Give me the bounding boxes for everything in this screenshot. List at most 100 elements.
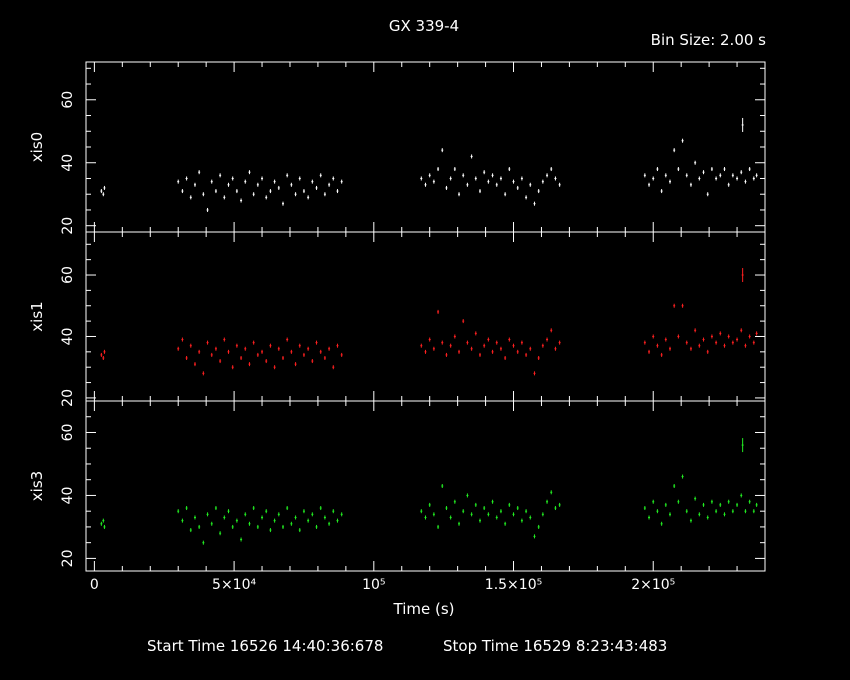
data-point: [487, 337, 490, 342]
data-point: [424, 182, 427, 187]
data-point: [554, 176, 557, 181]
data-point: [340, 179, 343, 184]
series-xis3: [100, 438, 758, 545]
data-point: [261, 349, 264, 354]
data-point: [660, 189, 663, 194]
data-point: [752, 176, 755, 181]
data-point: [206, 340, 209, 345]
data-point: [181, 337, 184, 342]
data-point: [269, 528, 272, 533]
data-point: [302, 189, 305, 194]
data-point: [311, 359, 314, 364]
data-point: [210, 179, 213, 184]
data-point: [177, 509, 180, 514]
data-point: [185, 355, 188, 360]
y-tick-label: 40: [60, 328, 76, 346]
data-point: [495, 515, 498, 520]
data-point: [286, 173, 289, 178]
data-point: [656, 509, 659, 514]
data-point: [744, 343, 747, 348]
data-point: [483, 343, 486, 348]
data-point: [554, 346, 557, 351]
data-point: [755, 502, 758, 507]
data-point: [673, 484, 676, 488]
data-point: [102, 192, 105, 197]
data-point: [210, 352, 213, 357]
data-point: [648, 182, 651, 187]
data-point: [273, 518, 276, 523]
y-axis-label: xis1: [28, 301, 46, 331]
data-point: [319, 506, 322, 511]
data-point: [736, 176, 739, 181]
data-point: [100, 352, 103, 357]
data-point: [252, 192, 255, 197]
data-point: [740, 170, 743, 175]
data-point: [558, 502, 561, 507]
data-point: [741, 117, 744, 132]
data-point: [660, 352, 663, 357]
data-point: [235, 189, 238, 194]
data-point: [731, 340, 734, 345]
data-point: [177, 179, 180, 184]
data-point: [470, 512, 473, 517]
data-point: [277, 346, 280, 351]
y-tick-label: 40: [60, 487, 76, 505]
data-point: [311, 179, 314, 184]
data-point: [428, 173, 431, 178]
data-point: [252, 506, 255, 511]
data-point: [474, 176, 477, 181]
data-point: [202, 540, 205, 545]
data-point: [520, 176, 523, 181]
data-point: [240, 355, 243, 360]
data-point: [495, 182, 498, 187]
data-point: [537, 355, 540, 360]
data-point: [445, 185, 448, 190]
y-axis-label: xis3: [28, 471, 46, 501]
data-point: [755, 173, 758, 178]
data-point: [420, 343, 423, 348]
data-point: [554, 506, 557, 511]
data-point: [307, 346, 310, 351]
data-point: [103, 185, 106, 190]
data-point: [660, 521, 663, 526]
data-point: [248, 170, 251, 175]
data-point: [244, 512, 247, 517]
data-point: [512, 179, 515, 184]
data-point: [495, 340, 498, 345]
data-point: [177, 346, 180, 351]
data-point: [202, 371, 205, 376]
data-point: [428, 337, 431, 342]
data-point: [102, 518, 105, 523]
y-tick-label: 60: [60, 424, 76, 442]
data-point: [206, 512, 209, 517]
data-point: [256, 182, 259, 187]
data-point: [648, 515, 651, 520]
data-point: [231, 176, 234, 181]
y-tick-label: 20: [60, 389, 76, 407]
data-point: [437, 524, 440, 529]
series-xis1: [100, 268, 758, 376]
data-point: [311, 512, 314, 517]
data-point: [277, 185, 280, 190]
data-point: [715, 509, 718, 514]
data-point: [103, 524, 106, 529]
data-point: [508, 167, 511, 172]
data-point: [319, 173, 322, 178]
data-point: [668, 512, 671, 517]
y-tick-label: 60: [60, 266, 76, 284]
data-point: [483, 170, 486, 175]
data-point: [508, 337, 511, 342]
bin-size-label: Bin Size: 2.00 s: [651, 31, 767, 49]
data-point: [265, 359, 268, 364]
data-point: [491, 349, 494, 354]
data-point: [533, 534, 536, 539]
data-point: [499, 346, 502, 351]
data-point: [723, 343, 726, 348]
data-point: [748, 499, 751, 504]
data-point: [533, 201, 536, 206]
data-point: [652, 334, 655, 339]
data-point: [702, 170, 705, 175]
data-point: [298, 343, 301, 348]
data-point: [689, 182, 692, 187]
data-point: [437, 309, 440, 314]
